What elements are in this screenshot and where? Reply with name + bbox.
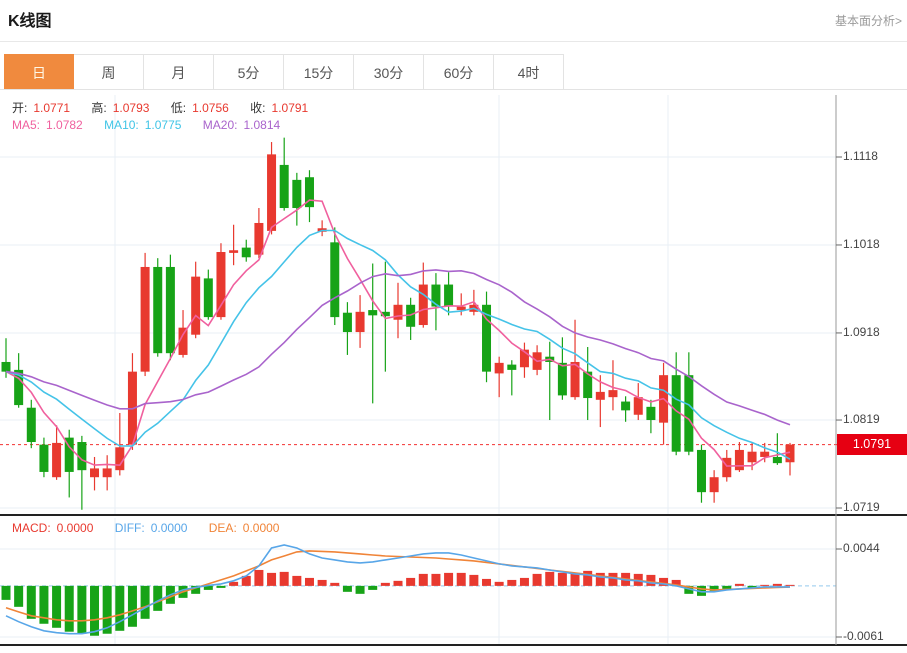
axis-tick-label: 1.1118 [843, 149, 878, 163]
diff-label: DIFF: [114, 521, 145, 535]
high-value: 1.0793 [112, 101, 150, 115]
ma20-value: 1.0814 [243, 118, 281, 132]
axis-tick-label: 1.1018 [843, 236, 880, 251]
axis-tick-label: 0.0044 [843, 541, 880, 555]
ma-legend: MA5: 1.0782 MA10: 1.0775 MA20: 1.0814 [12, 118, 286, 132]
ma5-value: 1.0782 [46, 118, 83, 132]
macd-value: 0.0000 [56, 521, 94, 535]
tabbar-underline [0, 89, 907, 90]
macd-label: MACD: [12, 521, 51, 535]
fundamental-analysis-link[interactable]: 基本面分析> [835, 12, 902, 29]
ma20-label: MA20: [202, 118, 238, 132]
tab-60min[interactable]: 60分 [424, 54, 494, 90]
high-label: 高: [91, 101, 107, 115]
tab-month[interactable]: 月 [144, 54, 214, 90]
tab-5min[interactable]: 5分 [214, 54, 284, 90]
low-label: 低: [170, 101, 187, 115]
header-divider [0, 41, 907, 42]
period-tabbar: 日 周 月 5分 15分 30分 60分 4时 [4, 54, 564, 90]
current-price-badge: 1.0791 [837, 434, 907, 455]
ma10-value: 1.0775 [144, 118, 182, 132]
axis-tick-label: -0.0061 [843, 629, 884, 643]
ohlc-legend: 开: 1.0771 高: 1.0793 低: 1.0756 收: 1.0791 [12, 99, 314, 116]
tab-15min[interactable]: 15分 [284, 54, 354, 90]
page-title: K线图 [8, 13, 52, 30]
close-label: 收: [250, 101, 266, 115]
axis-tick-label: 1.0918 [843, 324, 880, 339]
low-value: 1.0756 [192, 101, 229, 115]
axis-tick-label: 1.0719 [843, 500, 880, 514]
close-value: 1.0791 [271, 101, 309, 115]
dea-label: DEA: [208, 521, 237, 535]
dea-value: 0.0000 [242, 521, 280, 535]
tab-week[interactable]: 周 [74, 54, 144, 90]
kline-chart[interactable] [0, 0, 907, 653]
diff-value: 0.0000 [150, 521, 188, 535]
tab-day[interactable]: 日 [4, 54, 74, 90]
open-value: 1.0771 [33, 101, 71, 115]
ma5-label: MA5: [12, 118, 41, 132]
macd-legend: MACD: 0.0000 DIFF: 0.0000 DEA: 0.0000 [12, 521, 285, 535]
axis-tick-label: 1.0819 [843, 412, 880, 427]
tab-30min[interactable]: 30分 [354, 54, 424, 90]
ma10-label: MA10: [104, 118, 139, 132]
tab-4hour[interactable]: 4时 [494, 54, 564, 90]
open-label: 开: [12, 101, 28, 115]
